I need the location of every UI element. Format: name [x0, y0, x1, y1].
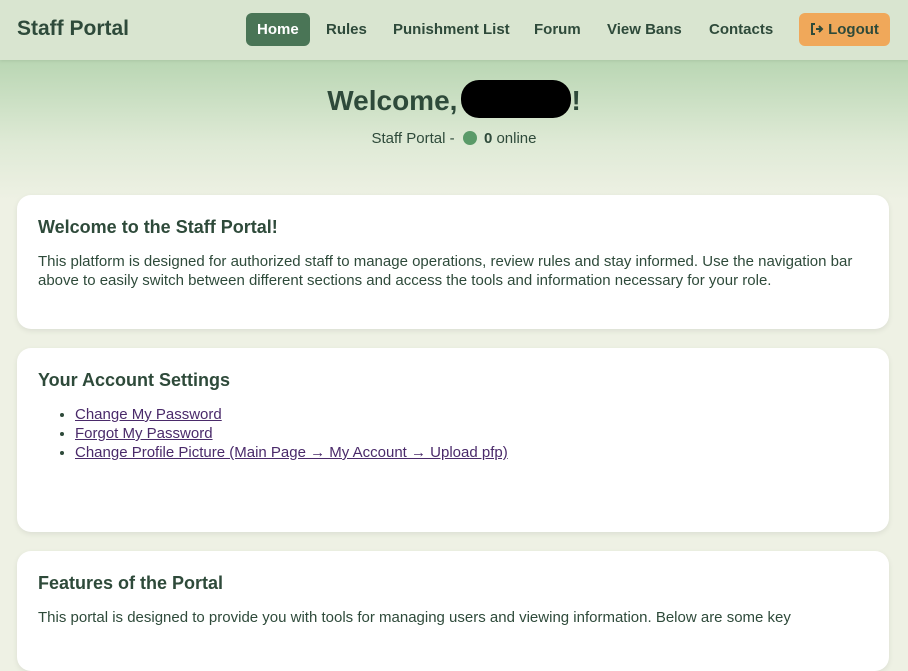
features-title: Features of the Portal: [38, 573, 224, 593]
list-item: Forgot My Password: [75, 424, 868, 443]
welcome-heading: Welcome,!: [0, 80, 908, 118]
change-password-link[interactable]: Change My Password: [75, 406, 222, 423]
logout-button[interactable]: Logout: [799, 13, 890, 46]
welcome-prefix: Welcome,: [327, 85, 458, 116]
account-links: Change My Password Forgot My Password Ch…: [75, 405, 868, 462]
intro-card: Welcome to the Staff Portal! This platfo…: [17, 195, 889, 329]
nav-links: Home Rules Punishment List Forum View Ba…: [0, 13, 908, 46]
redacted-username: [461, 80, 572, 118]
list-item: Change Profile Picture (Main Page → My A…: [75, 443, 868, 462]
nav-punishment-list[interactable]: Punishment List: [382, 13, 521, 46]
features-body: This portal is designed to provide you w…: [38, 609, 791, 626]
list-item: Change My Password: [75, 405, 868, 424]
welcome-suffix: !: [571, 85, 581, 116]
status-prefix: Staff Portal -: [371, 130, 455, 147]
nav-forum[interactable]: Forum: [523, 13, 592, 46]
account-settings-card: Your Account Settings Change My Password…: [17, 348, 889, 532]
online-suffix: online: [496, 130, 537, 147]
nav-view-bans[interactable]: View Bans: [596, 13, 693, 46]
change-profile-picture-link[interactable]: Change Profile Picture (Main Page → My A…: [75, 444, 508, 461]
logout-label: Logout: [828, 21, 879, 38]
intro-body: This platform is designed for authorized…: [38, 253, 853, 289]
top-navbar: Staff Portal Home Rules Punishment List …: [0, 0, 908, 60]
logout-icon: [810, 14, 824, 35]
features-card: Features of the Portal This portal is de…: [17, 551, 889, 671]
online-count: 0: [483, 130, 493, 147]
forgot-password-link[interactable]: Forgot My Password: [75, 425, 213, 442]
account-title: Your Account Settings: [38, 370, 231, 390]
online-dot-icon: [462, 131, 477, 145]
nav-home[interactable]: Home: [246, 13, 310, 46]
hero-section: Welcome,! Staff Portal - 0 online: [0, 60, 908, 200]
nav-contacts[interactable]: Contacts: [698, 13, 784, 46]
online-status: Staff Portal - 0 online: [0, 130, 908, 147]
intro-title: Welcome to the Staff Portal!: [38, 217, 278, 237]
nav-rules[interactable]: Rules: [315, 13, 378, 46]
